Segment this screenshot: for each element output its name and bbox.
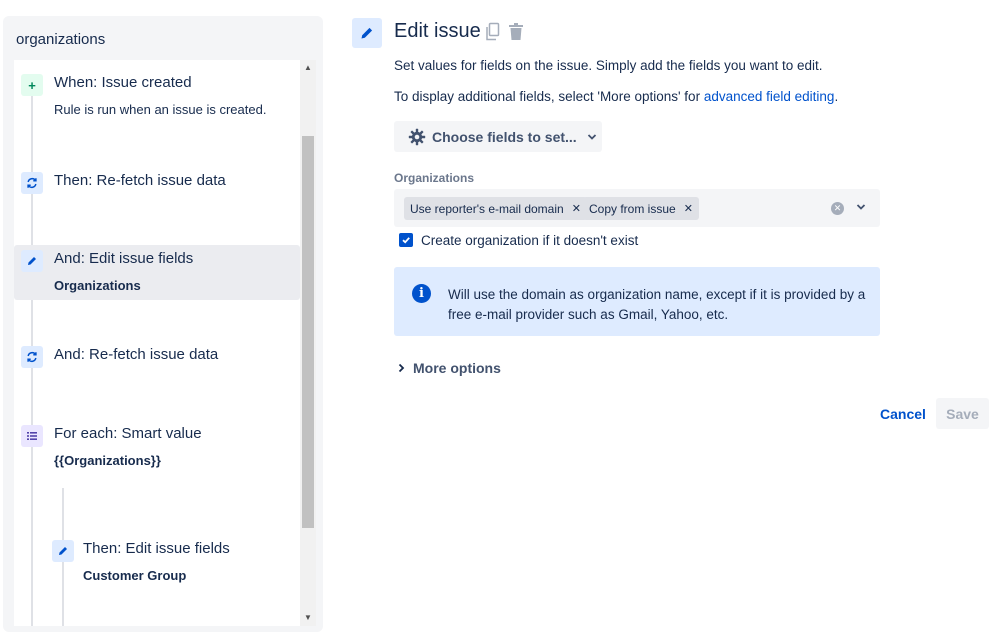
step-description: Rule is run when an issue is created. <box>54 102 267 117</box>
scroll-up-arrow-icon[interactable]: ▲ <box>300 60 316 76</box>
trash-icon[interactable] <box>507 22 525 42</box>
tag-label: Copy from issue <box>589 201 676 216</box>
clear-all-icon[interactable]: ✕ <box>831 202 844 215</box>
rule-name: organizations <box>16 31 106 48</box>
advanced-field-editing-link[interactable]: advanced field editing <box>704 89 835 104</box>
pencil-icon <box>352 18 382 48</box>
step-title: Then: Edit issue fields <box>83 540 230 557</box>
more-options-toggle[interactable]: More options <box>398 360 501 376</box>
pencil-icon <box>21 250 43 272</box>
step-title: For each: Smart value <box>54 425 202 442</box>
component-title: Edit issue <box>394 20 481 42</box>
pencil-icon <box>52 540 74 562</box>
step-title: And: Edit issue fields <box>54 250 194 267</box>
rule-step-refetch[interactable]: Then: Re-fetch issue data <box>14 160 300 204</box>
list-icon <box>21 425 43 447</box>
rule-sidebar: organizations + When: Issue created Rule… <box>3 16 323 632</box>
hint-text: To display additional fields, select 'Mo… <box>394 89 704 104</box>
cancel-button[interactable]: Cancel <box>870 398 936 429</box>
step-field-name: Customer Group <box>83 568 187 583</box>
tag-copy-from-issue: Copy from issue ✕ <box>583 197 699 220</box>
chevron-down-icon[interactable] <box>856 203 866 211</box>
sidebar-scrollbar[interactable]: ▲ ▼ <box>300 60 316 626</box>
refresh-icon <box>21 346 43 368</box>
info-message-text: Will use the domain as organization name… <box>448 287 866 322</box>
scroll-down-arrow-icon[interactable]: ▼ <box>300 610 316 626</box>
chevron-right-icon <box>398 363 405 373</box>
step-title: When: Issue created <box>54 74 192 91</box>
step-smart-value: {{Organizations}} <box>54 453 161 468</box>
organizations-multi-select[interactable]: Use reporter's e-mail domain ✕ Copy from… <box>394 189 880 227</box>
plus-icon: + <box>21 74 43 96</box>
rule-step-refetch[interactable]: And: Re-fetch issue data <box>14 336 300 380</box>
create-organization-label[interactable]: Create organization if it doesn't exist <box>421 233 638 248</box>
create-organization-checkbox[interactable] <box>399 233 413 247</box>
organizations-field-label: Organizations <box>394 171 475 185</box>
info-icon: i <box>412 284 431 303</box>
step-title: And: Re-fetch issue data <box>54 346 219 363</box>
rule-step-branch[interactable]: For each: Smart value {{Organizations}} <box>14 415 300 480</box>
gear-icon <box>408 128 426 146</box>
additional-fields-hint: To display additional fields, select 'Mo… <box>394 89 838 104</box>
remove-tag-icon[interactable]: ✕ <box>572 202 581 215</box>
save-button[interactable]: Save <box>936 398 989 429</box>
chevron-down-icon <box>587 133 597 141</box>
rule-step-nested-edit[interactable]: Then: Edit issue fields Customer Group <box>14 525 300 585</box>
choose-fields-button[interactable]: Choose fields to set... <box>394 121 602 152</box>
scrollbar-thumb[interactable] <box>302 136 314 528</box>
remove-tag-icon[interactable]: ✕ <box>684 202 693 215</box>
tag-use-reporter-domain: Use reporter's e-mail domain ✕ <box>404 197 587 220</box>
step-title: Then: Re-fetch issue data <box>54 172 226 189</box>
rule-step-edit-issue-selected[interactable]: And: Edit issue fields Organizations <box>14 245 300 300</box>
refresh-icon <box>21 172 43 194</box>
choose-fields-label: Choose fields to set... <box>432 128 577 145</box>
copy-icon[interactable] <box>485 22 501 42</box>
more-options-label: More options <box>413 360 501 376</box>
hint-suffix: . <box>834 89 839 104</box>
component-description: Set values for fields on the issue. Simp… <box>394 58 823 73</box>
rule-step-trigger[interactable]: + When: Issue created Rule is run when a… <box>14 60 300 140</box>
tag-label: Use reporter's e-mail domain <box>410 201 564 216</box>
step-field-name: Organizations <box>54 278 141 293</box>
rule-steps-list[interactable]: + When: Issue created Rule is run when a… <box>14 60 316 626</box>
info-message: i Will use the domain as organization na… <box>394 267 880 336</box>
